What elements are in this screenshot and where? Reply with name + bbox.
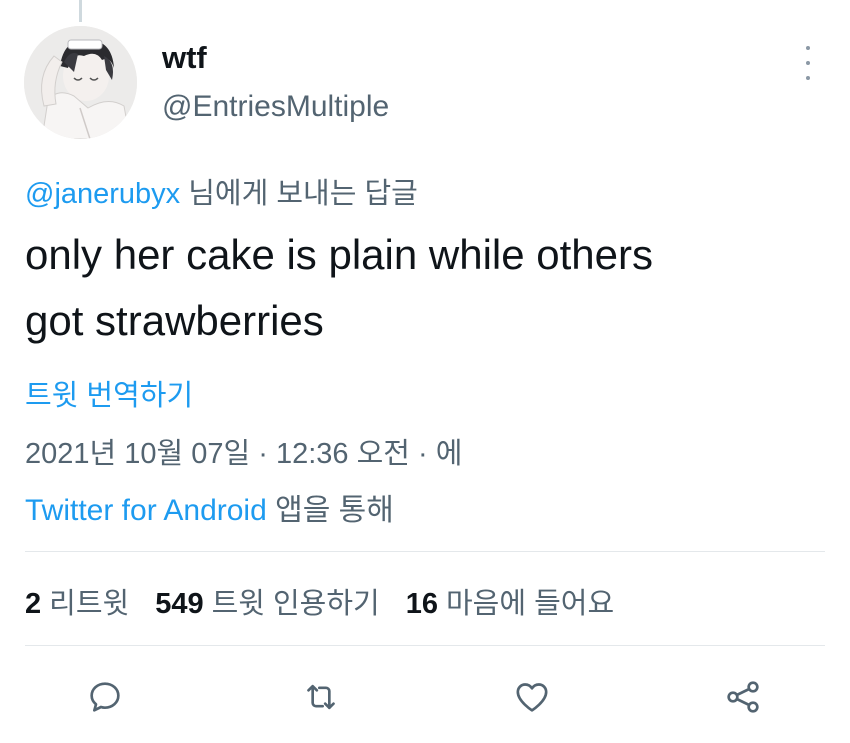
like-button[interactable] [507, 672, 557, 722]
source-app-link[interactable]: Twitter for Android [25, 494, 267, 527]
tweet-source-line: Twitter for Android 앱을 통해 [25, 485, 394, 529]
quote-count-link[interactable]: 549 트윗 인용하기 [155, 580, 380, 622]
comment-icon [90, 682, 120, 712]
share-icon [727, 681, 759, 713]
like-label: 마음에 들어요 [445, 588, 615, 620]
quote-count: 549 [155, 588, 204, 620]
heart-icon [516, 683, 548, 712]
action-bar [0, 672, 850, 722]
more-icon[interactable] [800, 46, 816, 80]
retweet-count: 2 [25, 588, 42, 620]
like-count: 16 [405, 588, 438, 620]
reply-button[interactable] [80, 672, 130, 722]
retweet-label: 리트윗 [49, 588, 130, 620]
tweet-timestamp[interactable]: 2021년 10월 07일 · 12:36 오전 · 에 [25, 430, 462, 472]
user-handle[interactable]: @EntriesMultiple [162, 90, 389, 124]
source-suffix: 앱을 통해 [275, 494, 394, 527]
retweet-icon [307, 684, 335, 710]
quote-label: 트윗 인용하기 [211, 588, 380, 620]
engagement-stats: 2 리트윗 549 트윗 인용하기 16 마음에 들어요 [25, 580, 640, 622]
divider [25, 551, 825, 552]
divider [25, 645, 825, 646]
reply-mention-link[interactable]: @janerubyx [25, 178, 180, 210]
tweet-header: wtf @EntriesMultiple [24, 26, 824, 141]
retweet-button[interactable] [296, 672, 346, 722]
thread-connector-line [79, 0, 82, 22]
replying-to-line: @janerubyx 님에게 보내는 답글 [25, 170, 418, 212]
share-button[interactable] [718, 672, 768, 722]
like-count-link[interactable]: 16 마음에 들어요 [406, 580, 614, 622]
retweet-count-link[interactable]: 2 리트윗 [25, 580, 129, 622]
reply-suffix: 님에게 보내는 답글 [188, 178, 418, 210]
display-name[interactable]: wtf [162, 40, 207, 76]
avatar[interactable] [24, 26, 137, 139]
translate-tweet-link[interactable]: 트윗 번역하기 [25, 372, 193, 414]
tweet-text-line: got strawberries [25, 297, 324, 344]
tweet-text-line: only her cake is plain while others [25, 231, 653, 278]
avatar-illustration [24, 26, 137, 139]
tweet-text: only her cake is plain while others got … [25, 222, 825, 354]
